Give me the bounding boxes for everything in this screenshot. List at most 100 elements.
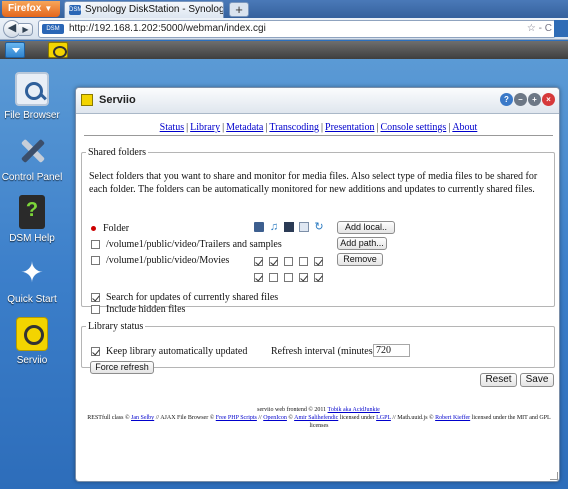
resize-handle[interactable] xyxy=(550,472,558,480)
back-forward-group: ◀ ▶ xyxy=(3,20,33,38)
bookmark-reload-icons[interactable]: ☆ - C xyxy=(527,21,552,37)
search-updates-label: Search for updates of currently shared f… xyxy=(106,292,279,303)
desktop-icon-label: DSM Help xyxy=(9,233,55,244)
footer-link[interactable]: Jan Selby xyxy=(131,415,154,421)
forward-arrow-icon[interactable]: ▶ xyxy=(19,23,33,36)
nav-transcoding[interactable]: Transcoding xyxy=(269,122,319,133)
serviio-title-icon xyxy=(81,94,93,106)
video-checkbox[interactable] xyxy=(254,273,263,282)
image-checkbox[interactable] xyxy=(284,257,293,266)
library-status-fieldset: Library status Keep library automaticall… xyxy=(81,321,555,374)
taskbar-serviio-icon[interactable] xyxy=(48,42,68,58)
desktop-icon-dsm-help[interactable]: ? DSM Help xyxy=(0,195,64,244)
online-checkbox[interactable] xyxy=(314,273,323,282)
online-checkbox[interactable] xyxy=(314,257,323,266)
folder-header-label: Folder xyxy=(103,223,130,234)
subtitles-type-icon xyxy=(299,222,309,232)
window-title-bar[interactable]: Serviio ? – + × xyxy=(76,88,559,114)
nav-library[interactable]: Library xyxy=(190,122,220,133)
serviio-app-icon xyxy=(16,317,48,351)
nav-metadata[interactable]: Metadata xyxy=(226,122,263,133)
control-panel-tools-icon xyxy=(15,134,49,168)
shared-folder-row[interactable]: /volume1/public/video/Movies xyxy=(91,255,229,268)
footer-link[interactable]: LGPL xyxy=(376,415,391,421)
search-updates-checkbox[interactable] xyxy=(91,293,100,303)
desktop-icon-label: File Browser xyxy=(4,110,60,121)
required-dot-icon xyxy=(91,226,96,232)
library-status-legend: Library status xyxy=(88,321,144,332)
keep-updated-checkbox[interactable] xyxy=(91,347,100,357)
search-updates-option[interactable]: Search for updates of currently shared f… xyxy=(91,292,278,303)
desktop-icon-control-panel[interactable]: Control Panel xyxy=(0,134,64,183)
nav-divider xyxy=(84,135,553,136)
footer-link[interactable]: Tobik aka AcidJunkie xyxy=(328,407,380,413)
addon-icon[interactable] xyxy=(554,20,568,37)
help-icon[interactable]: ? xyxy=(500,93,513,106)
folder-column-header: Folder xyxy=(91,223,129,234)
online-refresh-icon: ↻ xyxy=(314,221,324,233)
footer-link[interactable]: OpenIcon xyxy=(263,415,287,421)
desktop-icon-label: Control Panel xyxy=(1,172,63,183)
folder-path: /volume1/public/video/Movies xyxy=(106,255,230,266)
reset-button[interactable]: Reset xyxy=(480,373,517,387)
nav-about[interactable]: About xyxy=(452,122,477,133)
image-checkbox[interactable] xyxy=(284,273,293,282)
add-path-button[interactable]: Add path... xyxy=(337,237,387,250)
file-browser-icon xyxy=(15,72,49,106)
subtitles-checkbox[interactable] xyxy=(299,273,308,282)
dsm-main-menu-button[interactable] xyxy=(5,42,25,58)
audio-checkbox[interactable] xyxy=(269,257,278,266)
audio-checkbox[interactable] xyxy=(269,273,278,282)
include-hidden-option[interactable]: Include hidden files xyxy=(91,304,185,315)
nav-presentation[interactable]: Presentation xyxy=(325,122,374,133)
window-title: Serviio xyxy=(99,94,136,106)
keep-updated-option[interactable]: Keep library automatically updated xyxy=(91,346,247,357)
nav-separator: | xyxy=(321,122,324,133)
desktop-icon-serviio[interactable]: Serviio xyxy=(0,317,64,366)
add-local-button[interactable]: Add local.. xyxy=(337,221,395,234)
nav-separator: | xyxy=(186,122,189,133)
remove-button[interactable]: Remove xyxy=(337,253,383,266)
nav-status[interactable]: Status xyxy=(160,122,184,133)
footer-link[interactable]: Free PHP Scripts xyxy=(216,415,257,421)
desktop-icon-label: Quick Start xyxy=(7,294,57,305)
magic-wand-icon: ✦ xyxy=(20,257,44,288)
close-icon[interactable]: × xyxy=(542,93,555,106)
video-checkbox[interactable] xyxy=(254,257,263,266)
force-refresh-button[interactable]: Force refresh xyxy=(90,361,154,374)
help-question-icon: ? xyxy=(19,195,45,229)
footer-text: // xyxy=(258,415,262,421)
refresh-interval-input[interactable]: 720 xyxy=(373,344,410,357)
desktop-icon-file-browser[interactable]: File Browser xyxy=(0,72,64,121)
shared-folder-row[interactable]: /volume1/public/video/Trailers and sampl… xyxy=(91,239,282,252)
nav-separator: | xyxy=(222,122,225,133)
minimize-icon[interactable]: – xyxy=(514,93,527,106)
desktop-icon-quick-start[interactable]: ✦ Quick Start xyxy=(0,256,64,305)
desktop-icon-label: Serviio xyxy=(16,355,48,366)
nav-console-settings[interactable]: Console settings xyxy=(380,122,446,133)
folder-path: /volume1/public/video/Trailers and sampl… xyxy=(106,239,282,250)
footer-link[interactable]: Robert Kieffer xyxy=(435,415,470,421)
browser-tab[interactable]: DSM Synology DiskStation - SynologyDS111 xyxy=(64,1,224,18)
folder-select-checkbox[interactable] xyxy=(91,240,100,250)
save-button[interactable]: Save xyxy=(520,373,554,387)
include-hidden-checkbox[interactable] xyxy=(91,305,100,315)
shared-folders-fieldset: Shared folders Select folders that you w… xyxy=(81,147,555,315)
site-identity-icon: DSM xyxy=(42,24,64,34)
include-hidden-label: Include hidden files xyxy=(106,304,186,315)
firefox-menu-button[interactable]: Firefox ▼ xyxy=(2,1,60,17)
footer-link[interactable]: Amir Salihefendic xyxy=(294,415,338,421)
url-text: http://192.168.1.202:5000/webman/index.c… xyxy=(69,23,266,34)
footer-text: // Math.uuid.js © xyxy=(392,415,434,421)
nav-separator: | xyxy=(448,122,451,133)
chevron-down-icon: ▼ xyxy=(44,4,53,13)
subtitles-checkbox[interactable] xyxy=(299,257,308,266)
browser-tab-bar: Firefox ▼ DSM Synology DiskStation - Syno… xyxy=(0,0,568,18)
nav-separator: | xyxy=(376,122,379,133)
audio-type-icon: ♫ xyxy=(269,221,279,233)
url-bar[interactable]: DSM http://192.168.1.202:5000/webman/ind… xyxy=(38,20,556,38)
folder-select-checkbox[interactable] xyxy=(91,256,100,266)
image-type-icon xyxy=(284,222,294,232)
maximize-icon[interactable]: + xyxy=(528,93,541,106)
new-tab-button[interactable]: + xyxy=(229,2,249,17)
